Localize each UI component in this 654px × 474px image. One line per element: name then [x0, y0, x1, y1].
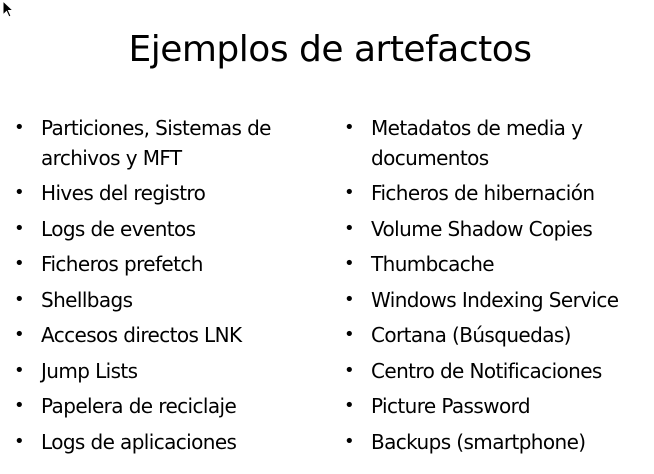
- list-item: • Shellbags: [14, 286, 314, 316]
- list-item-label: Logs de eventos: [41, 216, 196, 241]
- list-item: • Logs de aplicaciones: [14, 428, 314, 458]
- list-item-label: Papelera de reciclaje: [41, 394, 237, 418]
- list-item: • Backups (smartphone): [344, 428, 650, 458]
- list-item-label: Particiones, Sistemas de archivos y MFT: [41, 116, 271, 170]
- bullet-icon: •: [344, 117, 355, 138]
- list-item-label: Thumbcache: [371, 252, 495, 276]
- list-item-label: Hives del registro: [41, 181, 206, 205]
- bullet-icon: •: [14, 182, 25, 203]
- list-item: • Logs de eventos: [14, 215, 314, 245]
- list-item-label: Accesos directos LNK: [41, 323, 242, 347]
- bullet-icon: •: [14, 430, 25, 452]
- bullet-icon: •: [14, 117, 25, 138]
- list-item-label: Windows Indexing Service: [371, 287, 619, 312]
- list-item: • Accesos directos LNK: [14, 321, 314, 351]
- bullet-icon: •: [14, 253, 25, 274]
- bullet-icon: •: [14, 324, 25, 345]
- list-item: • Hives del registro: [14, 179, 314, 209]
- list-item: • Windows Indexing Service: [344, 286, 650, 316]
- bullet-icon: •: [14, 359, 25, 381]
- bullet-icon: •: [344, 217, 355, 239]
- bullet-icon: •: [344, 288, 355, 310]
- list-item: • Papelera de reciclaje: [14, 392, 314, 422]
- list-item: • Particiones, Sistemas de archivos y MFT: [14, 114, 314, 173]
- bullet-icon: •: [14, 288, 25, 310]
- list-item-label: Volume Shadow Copies: [371, 216, 593, 241]
- bullet-icon: •: [14, 217, 25, 239]
- list-item: • Jump Lists: [14, 357, 314, 387]
- bullet-icon: •: [344, 182, 355, 203]
- list-item-label: Ficheros prefetch: [41, 252, 203, 276]
- list-item-label: Picture Password: [371, 394, 531, 418]
- list-item-label: Metadatos de media y documentos: [371, 116, 583, 170]
- bullet-icon: •: [344, 430, 355, 452]
- list-item-label: Jump Lists: [41, 358, 138, 383]
- list-item-label: Ficheros de hibernación: [371, 181, 595, 205]
- bullet-icon: •: [344, 253, 355, 274]
- list-item: • Cortana (Búsquedas): [344, 321, 650, 351]
- left-bullet-list: • Particiones, Sistemas de archivos y MFT…: [14, 114, 314, 463]
- bullet-icon: •: [344, 395, 355, 416]
- list-item-label: Backups (smartphone): [371, 429, 586, 454]
- slide-title: Ejemplos de artefactos: [128, 29, 532, 70]
- list-item: • Volume Shadow Copies: [344, 215, 650, 245]
- mouse-pointer-icon: [2, 0, 15, 18]
- list-item: • Centro de Notificaciones: [344, 357, 650, 387]
- list-item: • Picture Password: [344, 392, 650, 422]
- list-item: • Ficheros de hibernación: [344, 179, 650, 209]
- list-item: • Ficheros prefetch: [14, 250, 314, 280]
- list-item: • Metadatos de media y documentos: [344, 114, 650, 173]
- bullet-icon: •: [344, 359, 355, 381]
- list-item-label: Logs de aplicaciones: [41, 429, 237, 454]
- list-item-label: Shellbags: [41, 287, 133, 312]
- bullet-icon: •: [14, 395, 25, 416]
- list-item: • Thumbcache: [344, 250, 650, 280]
- list-item-label: Centro de Notificaciones: [371, 358, 602, 383]
- list-item-label: Cortana (Búsquedas): [371, 323, 571, 347]
- right-bullet-list: • Metadatos de media y documentos • Ficher…: [344, 114, 650, 463]
- bullet-icon: •: [344, 324, 355, 345]
